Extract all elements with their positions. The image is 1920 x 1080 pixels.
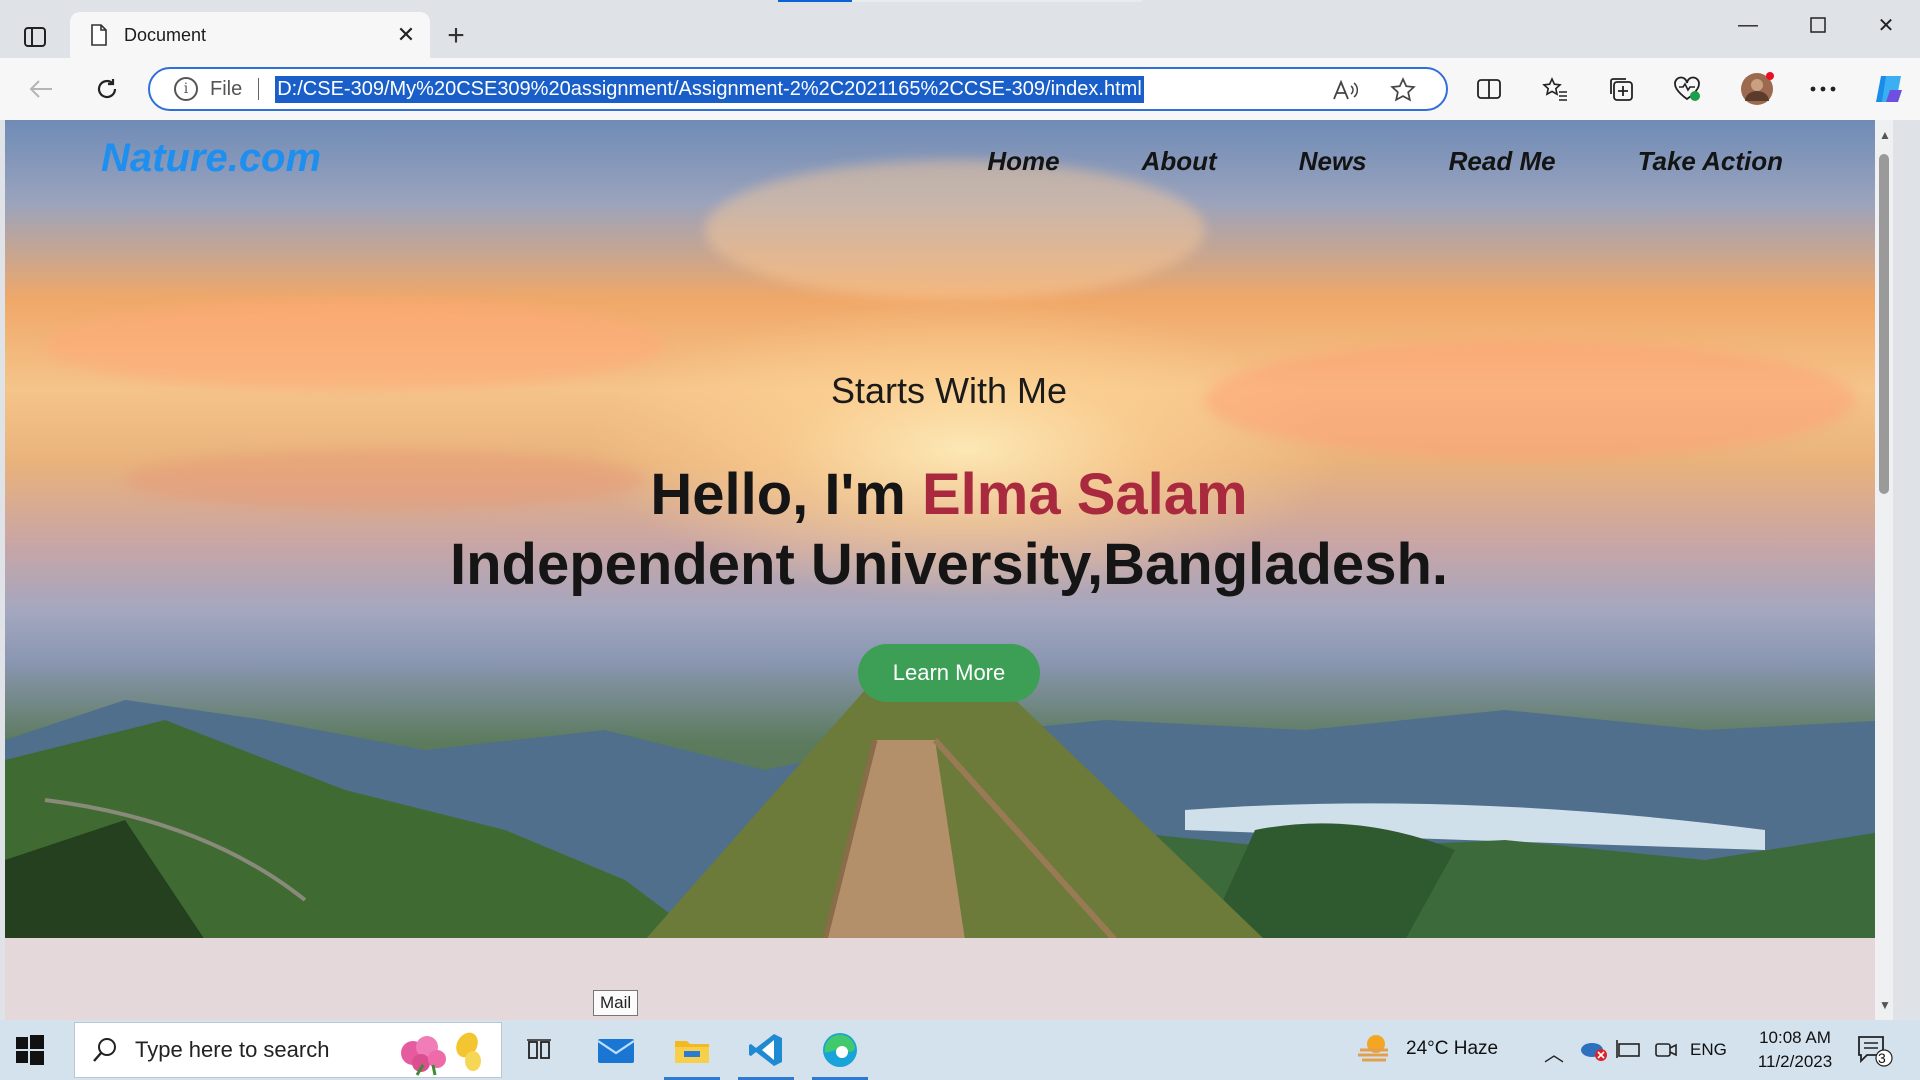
battery-icon[interactable]: [1616, 1038, 1642, 1065]
search-icon: [91, 1036, 119, 1064]
notifications-icon[interactable]: [1856, 1034, 1896, 1073]
clock-date: 11/2/2023: [1757, 1052, 1833, 1071]
browser-tab[interactable]: Document ✕: [70, 12, 430, 58]
edge-browser-icon[interactable]: [808, 1026, 872, 1080]
search-placeholder: Type here to search: [135, 1037, 330, 1062]
mail-icon[interactable]: [584, 1026, 648, 1074]
loading-track: [852, 0, 1142, 2]
weather-text[interactable]: 24°C Haze: [1406, 1038, 1498, 1060]
scrollbar-thumb[interactable]: [1879, 154, 1889, 494]
learn-more-button[interactable]: Learn More: [858, 644, 1040, 702]
mail-tooltip: Mail: [593, 990, 639, 1016]
chevron-up-icon[interactable]: ︿: [1544, 1038, 1564, 1067]
system-clock[interactable]: 10:08 AM 11/2/2023: [1740, 1026, 1850, 1074]
tab-actions-icon[interactable]: [12, 14, 58, 60]
brand-logo[interactable]: Nature.com: [101, 136, 321, 181]
windows-start-icon[interactable]: [14, 1034, 46, 1066]
address-bar[interactable]: i File D:/CSE-309/My%20CSE309%20assignme…: [148, 67, 1448, 111]
windows-taskbar: Type here to search 24°C Haze ︿ ENG 10:0…: [0, 1020, 1920, 1080]
file-explorer-icon[interactable]: [660, 1026, 724, 1080]
nav-read-me[interactable]: Read Me: [1449, 146, 1556, 177]
meet-now-icon[interactable]: [1654, 1038, 1678, 1067]
nav-news[interactable]: News: [1299, 146, 1367, 177]
url-text[interactable]: D:/CSE-309/My%20CSE309%20assignment/Assi…: [275, 75, 1144, 103]
browser-titlebar: Document ✕ + — ✕: [0, 0, 1920, 58]
page-icon: [88, 22, 110, 48]
hero-headline: Hello, I'm Elma Salam Independent Univer…: [5, 460, 1893, 600]
address-prefix: File: [210, 77, 243, 100]
close-window-icon[interactable]: ✕: [1852, 0, 1920, 50]
tab-title: Document: [124, 24, 207, 45]
mountain-landscape: [5, 690, 1893, 938]
main-nav: Home About News Read Me Take Action: [905, 146, 1783, 177]
close-tab-icon[interactable]: ✕: [386, 15, 426, 55]
refresh-icon[interactable]: [84, 66, 130, 112]
nav-take-action[interactable]: Take Action: [1638, 146, 1783, 177]
page-scrollbar[interactable]: ▲ ▼: [1875, 120, 1893, 1020]
vscode-icon[interactable]: [734, 1026, 798, 1080]
browser-toolbar: i File D:/CSE-309/My%20CSE309%20assignme…: [0, 58, 1920, 120]
address-separator: [258, 78, 260, 100]
clock-time: 10:08 AM: [1759, 1028, 1831, 1047]
read-aloud-icon[interactable]: [1328, 73, 1362, 107]
onedrive-error-icon[interactable]: [1580, 1038, 1608, 1067]
split-screen-icon[interactable]: [1466, 66, 1512, 112]
cloud: [705, 160, 1205, 300]
scroll-down-icon[interactable]: ▼: [1879, 998, 1891, 1012]
hero-section: Nature.com Home About News Read Me Take …: [5, 120, 1893, 938]
more-options-icon[interactable]: [1800, 66, 1846, 112]
task-view-icon[interactable]: [508, 1026, 572, 1074]
copilot-icon[interactable]: [1866, 66, 1912, 112]
nav-home[interactable]: Home: [987, 146, 1059, 177]
person-name: Elma Salam: [921, 462, 1248, 527]
scroll-up-icon[interactable]: ▲: [1879, 128, 1891, 142]
institution-text: Independent University,Bangladesh.: [449, 532, 1448, 597]
notification-count: 3: [1878, 1050, 1886, 1066]
browser-essentials-icon[interactable]: [1664, 66, 1710, 112]
nav-about[interactable]: About: [1142, 146, 1217, 177]
hero-tagline: Starts With Me: [830, 370, 1068, 411]
new-tab-icon[interactable]: +: [436, 16, 476, 56]
page-viewport: Nature.com Home About News Read Me Take …: [5, 120, 1893, 1020]
back-arrow-icon[interactable]: [18, 66, 64, 112]
flowers-decoration-icon: [393, 1027, 493, 1080]
greeting-text: Hello, I'm: [650, 462, 922, 527]
minimize-icon[interactable]: —: [1714, 0, 1782, 50]
weather-haze-icon[interactable]: [1356, 1032, 1392, 1069]
favorites-icon[interactable]: [1532, 66, 1578, 112]
language-indicator[interactable]: ENG: [1690, 1040, 1727, 1060]
maximize-icon[interactable]: [1784, 0, 1852, 50]
info-icon[interactable]: i: [174, 77, 198, 101]
loading-indicator: [778, 0, 852, 2]
profile-avatar[interactable]: [1734, 66, 1780, 112]
taskbar-search-box[interactable]: Type here to search: [74, 1022, 502, 1078]
favorite-star-icon[interactable]: [1386, 73, 1420, 107]
collections-icon[interactable]: [1598, 66, 1644, 112]
